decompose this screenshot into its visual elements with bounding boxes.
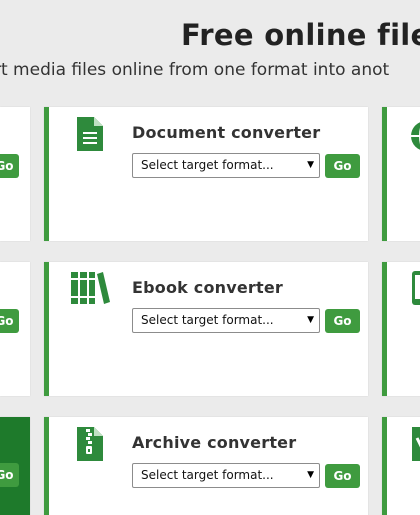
chevron-down-icon: ▼	[307, 315, 314, 325]
card-title: Document converter	[132, 123, 321, 142]
go-button[interactable]: Go	[0, 309, 19, 333]
card-title: Archive converter	[132, 433, 297, 452]
go-button[interactable]: Go	[325, 464, 360, 488]
left-card-1: Go	[0, 107, 30, 241]
select-value: Select target format...	[141, 158, 274, 172]
document-icon	[77, 117, 103, 151]
card-title: Ebook converter	[132, 278, 284, 297]
document-converter-card: Document converter Select target format.…	[44, 107, 368, 241]
left-card-2: Go	[0, 262, 30, 396]
archive-zip-icon	[77, 427, 103, 461]
page-title: Free online file	[181, 18, 420, 52]
target-format-select[interactable]: Select target format... ▼	[132, 153, 320, 178]
video-icon	[412, 427, 420, 461]
left-card-3: Go	[0, 417, 30, 515]
go-button[interactable]: Go	[325, 154, 360, 178]
target-format-select[interactable]: Select target format... ▼	[132, 463, 320, 488]
go-button[interactable]: Go	[325, 309, 360, 333]
chevron-down-icon: ▼	[307, 470, 314, 480]
select-value: Select target format...	[141, 468, 274, 482]
target-format-select[interactable]: Select target format... ▼	[132, 308, 320, 333]
select-value: Select target format...	[141, 313, 274, 327]
books-icon	[71, 272, 110, 304]
right-card-2	[382, 262, 420, 396]
chevron-down-icon: ▼	[307, 160, 314, 170]
right-card-3	[382, 417, 420, 515]
archive-converter-card: Archive converter Select target format..…	[44, 417, 368, 515]
go-button[interactable]: Go	[0, 463, 19, 487]
page: Free online file rt media files online f…	[0, 0, 420, 515]
globe-icon	[411, 122, 420, 150]
page-subtitle: rt media files online from one format in…	[0, 60, 390, 80]
ebook-converter-card: Ebook converter Select target format... …	[44, 262, 368, 396]
right-card-1	[382, 107, 420, 241]
go-button[interactable]: Go	[0, 154, 19, 178]
tablet-icon	[412, 271, 420, 305]
